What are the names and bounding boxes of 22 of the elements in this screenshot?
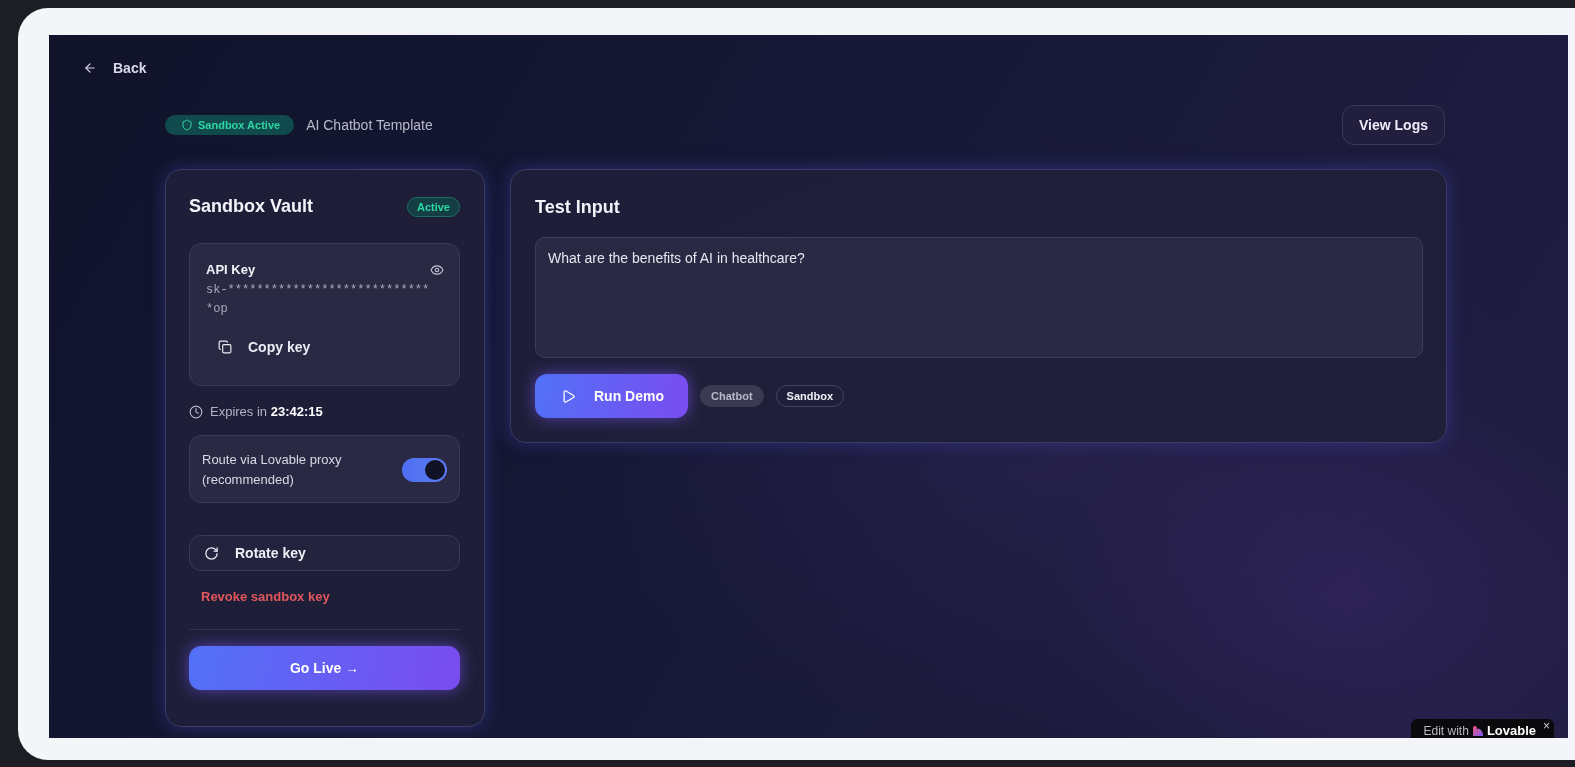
- template-title: AI Chatbot Template: [306, 117, 433, 133]
- run-demo-button[interactable]: Run Demo: [535, 374, 688, 418]
- badge-prefix: Edit with: [1423, 723, 1469, 738]
- status-badge: Sandbox Active: [165, 115, 295, 135]
- tag: Chatbot: [700, 385, 764, 407]
- go-live-button[interactable]: Go Live →: [189, 646, 460, 690]
- api-key-value: sk-*****************************op: [206, 282, 431, 318]
- test-input-field[interactable]: What are the benefits of AI in healthcare?: [535, 237, 1423, 358]
- status-pill: Active: [406, 196, 460, 217]
- card-title: Sandbox Vault: [189, 196, 314, 217]
- view-logs-button[interactable]: View Logs: [1342, 105, 1445, 145]
- api-key-label: API Key: [206, 262, 256, 277]
- revoke-link[interactable]: Revoke sandbox key: [201, 589, 460, 604]
- lovable-badge[interactable]: Edit with Lovable ×: [1410, 719, 1554, 738]
- proxy-label: Route via Lovable proxy (recommended): [202, 451, 343, 489]
- back-link[interactable]: Back: [83, 60, 147, 76]
- expires-text: Expires in 23:42:15: [210, 404, 323, 419]
- rotate-key-button[interactable]: Rotate key: [189, 535, 460, 571]
- card-title: Test Input: [535, 197, 621, 218]
- copy-key-button[interactable]: Copy key: [206, 331, 323, 363]
- badge-brand: Lovable: [1486, 723, 1536, 738]
- close-icon[interactable]: ×: [1543, 719, 1550, 733]
